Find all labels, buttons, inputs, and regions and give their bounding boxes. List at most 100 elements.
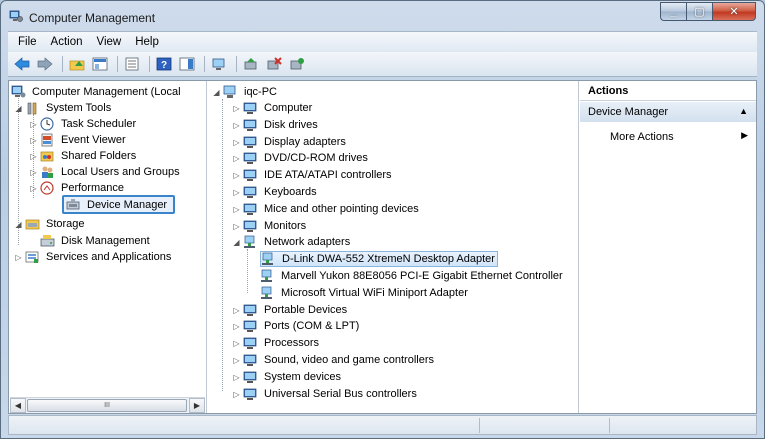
collapsed-arrow-icon[interactable]: ▷: [29, 120, 38, 129]
tree-disk-management[interactable]: Disk Management: [40, 233, 152, 249]
forward-icon[interactable]: [35, 55, 55, 73]
tree-shared-folders[interactable]: ▷ Shared Folders: [29, 148, 138, 164]
title-bar[interactable]: Computer Management _ ▢ ✕: [1, 1, 764, 31]
collapsed-arrow-icon[interactable]: ▷: [29, 184, 38, 193]
collapsed-arrow-icon[interactable]: ▷: [232, 138, 241, 147]
computer-icon: [223, 85, 236, 98]
properties-icon[interactable]: [122, 55, 142, 73]
update-driver-icon[interactable]: [241, 55, 261, 73]
up-folder-icon[interactable]: [67, 55, 87, 73]
device-category-row[interactable]: ▷ Sound, video and game controllers: [232, 352, 436, 368]
device-category-row[interactable]: ▷ Computer: [232, 100, 314, 116]
tree-performance[interactable]: ▷ Performance: [29, 180, 126, 196]
device-category-icon: [243, 220, 257, 232]
close-button[interactable]: ✕: [712, 2, 756, 21]
submenu-arrow-icon[interactable]: ▶: [741, 130, 748, 141]
main-content: Computer Management (Local ◢ System Tool…: [8, 80, 757, 414]
actions-header: Actions: [580, 81, 756, 101]
collapsed-arrow-icon[interactable]: ▷: [232, 373, 241, 382]
network-adapter-row[interactable]: Microsoft Virtual WiFi Miniport Adapter: [260, 285, 470, 301]
collapsed-arrow-icon[interactable]: ▷: [232, 306, 241, 315]
device-category-row[interactable]: ▷ Disk drives: [232, 117, 320, 133]
tree-system-tools[interactable]: ◢ System Tools: [14, 100, 113, 116]
scroll-thumb[interactable]: III: [27, 399, 187, 412]
collapsed-arrow-icon[interactable]: ▷: [232, 188, 241, 197]
device-label: System devices: [264, 371, 342, 383]
help-icon[interactable]: ?: [154, 55, 174, 73]
device-category-row[interactable]: ▷ Ports (COM & LPT): [232, 318, 361, 334]
tree-task-scheduler[interactable]: ▷ Task Scheduler: [29, 116, 138, 132]
device-category-row[interactable]: ▷ System devices: [232, 369, 343, 385]
expanded-arrow-icon[interactable]: ◢: [212, 88, 221, 97]
collapsed-arrow-icon[interactable]: ▷: [232, 121, 241, 130]
device-label: D-Link DWA-552 XtremeN Desktop Adapter: [282, 253, 495, 265]
show-action-pane-icon[interactable]: [177, 55, 197, 73]
device-category-row[interactable]: ▷ DVD/CD-ROM drives: [232, 150, 370, 166]
show-hide-tree-icon[interactable]: [90, 55, 110, 73]
device-category-icon: [244, 235, 255, 248]
tools-icon: [27, 102, 37, 115]
collapsed-arrow-icon[interactable]: ▷: [232, 205, 241, 214]
scroll-right-button[interactable]: ▶: [189, 398, 205, 413]
minimize-button[interactable]: _: [660, 2, 686, 21]
device-category-icon: [243, 186, 257, 198]
tree-root-label: Computer Management (Local: [32, 86, 181, 98]
device-category-row[interactable]: ▷ Processors: [232, 335, 321, 351]
device-category-row[interactable]: ▷ Monitors: [232, 218, 308, 234]
device-category-row[interactable]: ▷ Keyboards: [232, 184, 319, 200]
network-adapter-icon: [262, 252, 273, 265]
more-actions-link[interactable]: More Actions: [610, 131, 674, 143]
collapsed-arrow-icon[interactable]: ▷: [232, 356, 241, 365]
back-icon[interactable]: [12, 55, 32, 73]
collapsed-arrow-icon[interactable]: ▷: [232, 322, 241, 331]
menu-file[interactable]: File: [11, 36, 44, 48]
collapsed-arrow-icon[interactable]: ▷: [232, 104, 241, 113]
collapsed-arrow-icon[interactable]: ▷: [29, 136, 38, 145]
device-label: Ports (COM & LPT): [264, 320, 360, 332]
collapse-icon[interactable]: ▲: [739, 106, 748, 116]
tree-system-tools-label: System Tools: [46, 102, 112, 114]
collapsed-arrow-icon[interactable]: ▷: [29, 168, 38, 177]
disable-device-icon[interactable]: [264, 55, 284, 73]
event-viewer-icon: [41, 133, 53, 147]
expanded-arrow-icon[interactable]: ◢: [232, 238, 241, 247]
menu-help[interactable]: Help: [128, 36, 166, 48]
computer-scan-icon[interactable]: [209, 55, 229, 73]
device-category-row[interactable]: ▷ Display adapters: [232, 134, 348, 150]
tree-event-viewer[interactable]: ▷ Event Viewer: [29, 132, 128, 148]
device-category-row[interactable]: ▷ IDE ATA/ATAPI controllers: [232, 167, 394, 183]
collapsed-arrow-icon[interactable]: ▷: [14, 253, 23, 262]
tree-device-manager[interactable]: Device Manager: [62, 195, 176, 214]
device-label: Monitors: [264, 220, 307, 232]
performance-icon: [40, 181, 54, 195]
collapsed-arrow-icon[interactable]: ▷: [232, 154, 241, 163]
tree-root[interactable]: Computer Management (Local: [11, 84, 183, 100]
device-category-row[interactable]: ▷ Universal Serial Bus controllers: [232, 386, 419, 402]
expanded-arrow-icon[interactable]: ◢: [14, 104, 23, 113]
collapsed-arrow-icon[interactable]: ▷: [232, 222, 241, 231]
tree-storage[interactable]: ◢ Storage: [14, 216, 87, 232]
device-label: IDE ATA/ATAPI controllers: [264, 169, 392, 181]
computer-management-icon: [11, 85, 26, 98]
collapsed-arrow-icon[interactable]: ▷: [232, 171, 241, 180]
collapsed-arrow-icon[interactable]: ▷: [232, 339, 241, 348]
menu-view[interactable]: View: [90, 36, 129, 48]
scroll-left-button[interactable]: ◀: [10, 398, 26, 413]
expanded-arrow-icon[interactable]: ◢: [14, 220, 23, 229]
tree-local-users[interactable]: ▷ Local Users and Groups: [29, 164, 182, 180]
device-label: Network adapters: [264, 236, 351, 248]
tree-services-applications[interactable]: ▷ Services and Applications: [14, 249, 173, 265]
horizontal-scrollbar[interactable]: ◀ III ▶: [10, 397, 205, 413]
device-category-row[interactable]: ◢ Network adapters: [232, 234, 352, 250]
device-category-row[interactable]: ▷ Mice and other pointing devices: [232, 201, 421, 217]
collapsed-arrow-icon[interactable]: ▷: [232, 390, 241, 399]
network-adapter-row[interactable]: D-Link DWA-552 XtremeN Desktop Adapter: [260, 251, 498, 267]
device-tree-root[interactable]: ◢ iqc-PC: [212, 84, 279, 100]
menu-action[interactable]: Action: [44, 36, 90, 48]
collapsed-arrow-icon[interactable]: ▷: [29, 152, 38, 161]
maximize-button[interactable]: ▢: [686, 2, 712, 21]
actions-section-device-manager[interactable]: Device Manager ▲: [580, 102, 756, 122]
device-category-row[interactable]: ▷ Portable Devices: [232, 302, 349, 318]
network-adapter-row[interactable]: Marvell Yukon 88E8056 PCI-E Gigabit Ethe…: [260, 268, 565, 284]
uninstall-icon[interactable]: [287, 55, 307, 73]
